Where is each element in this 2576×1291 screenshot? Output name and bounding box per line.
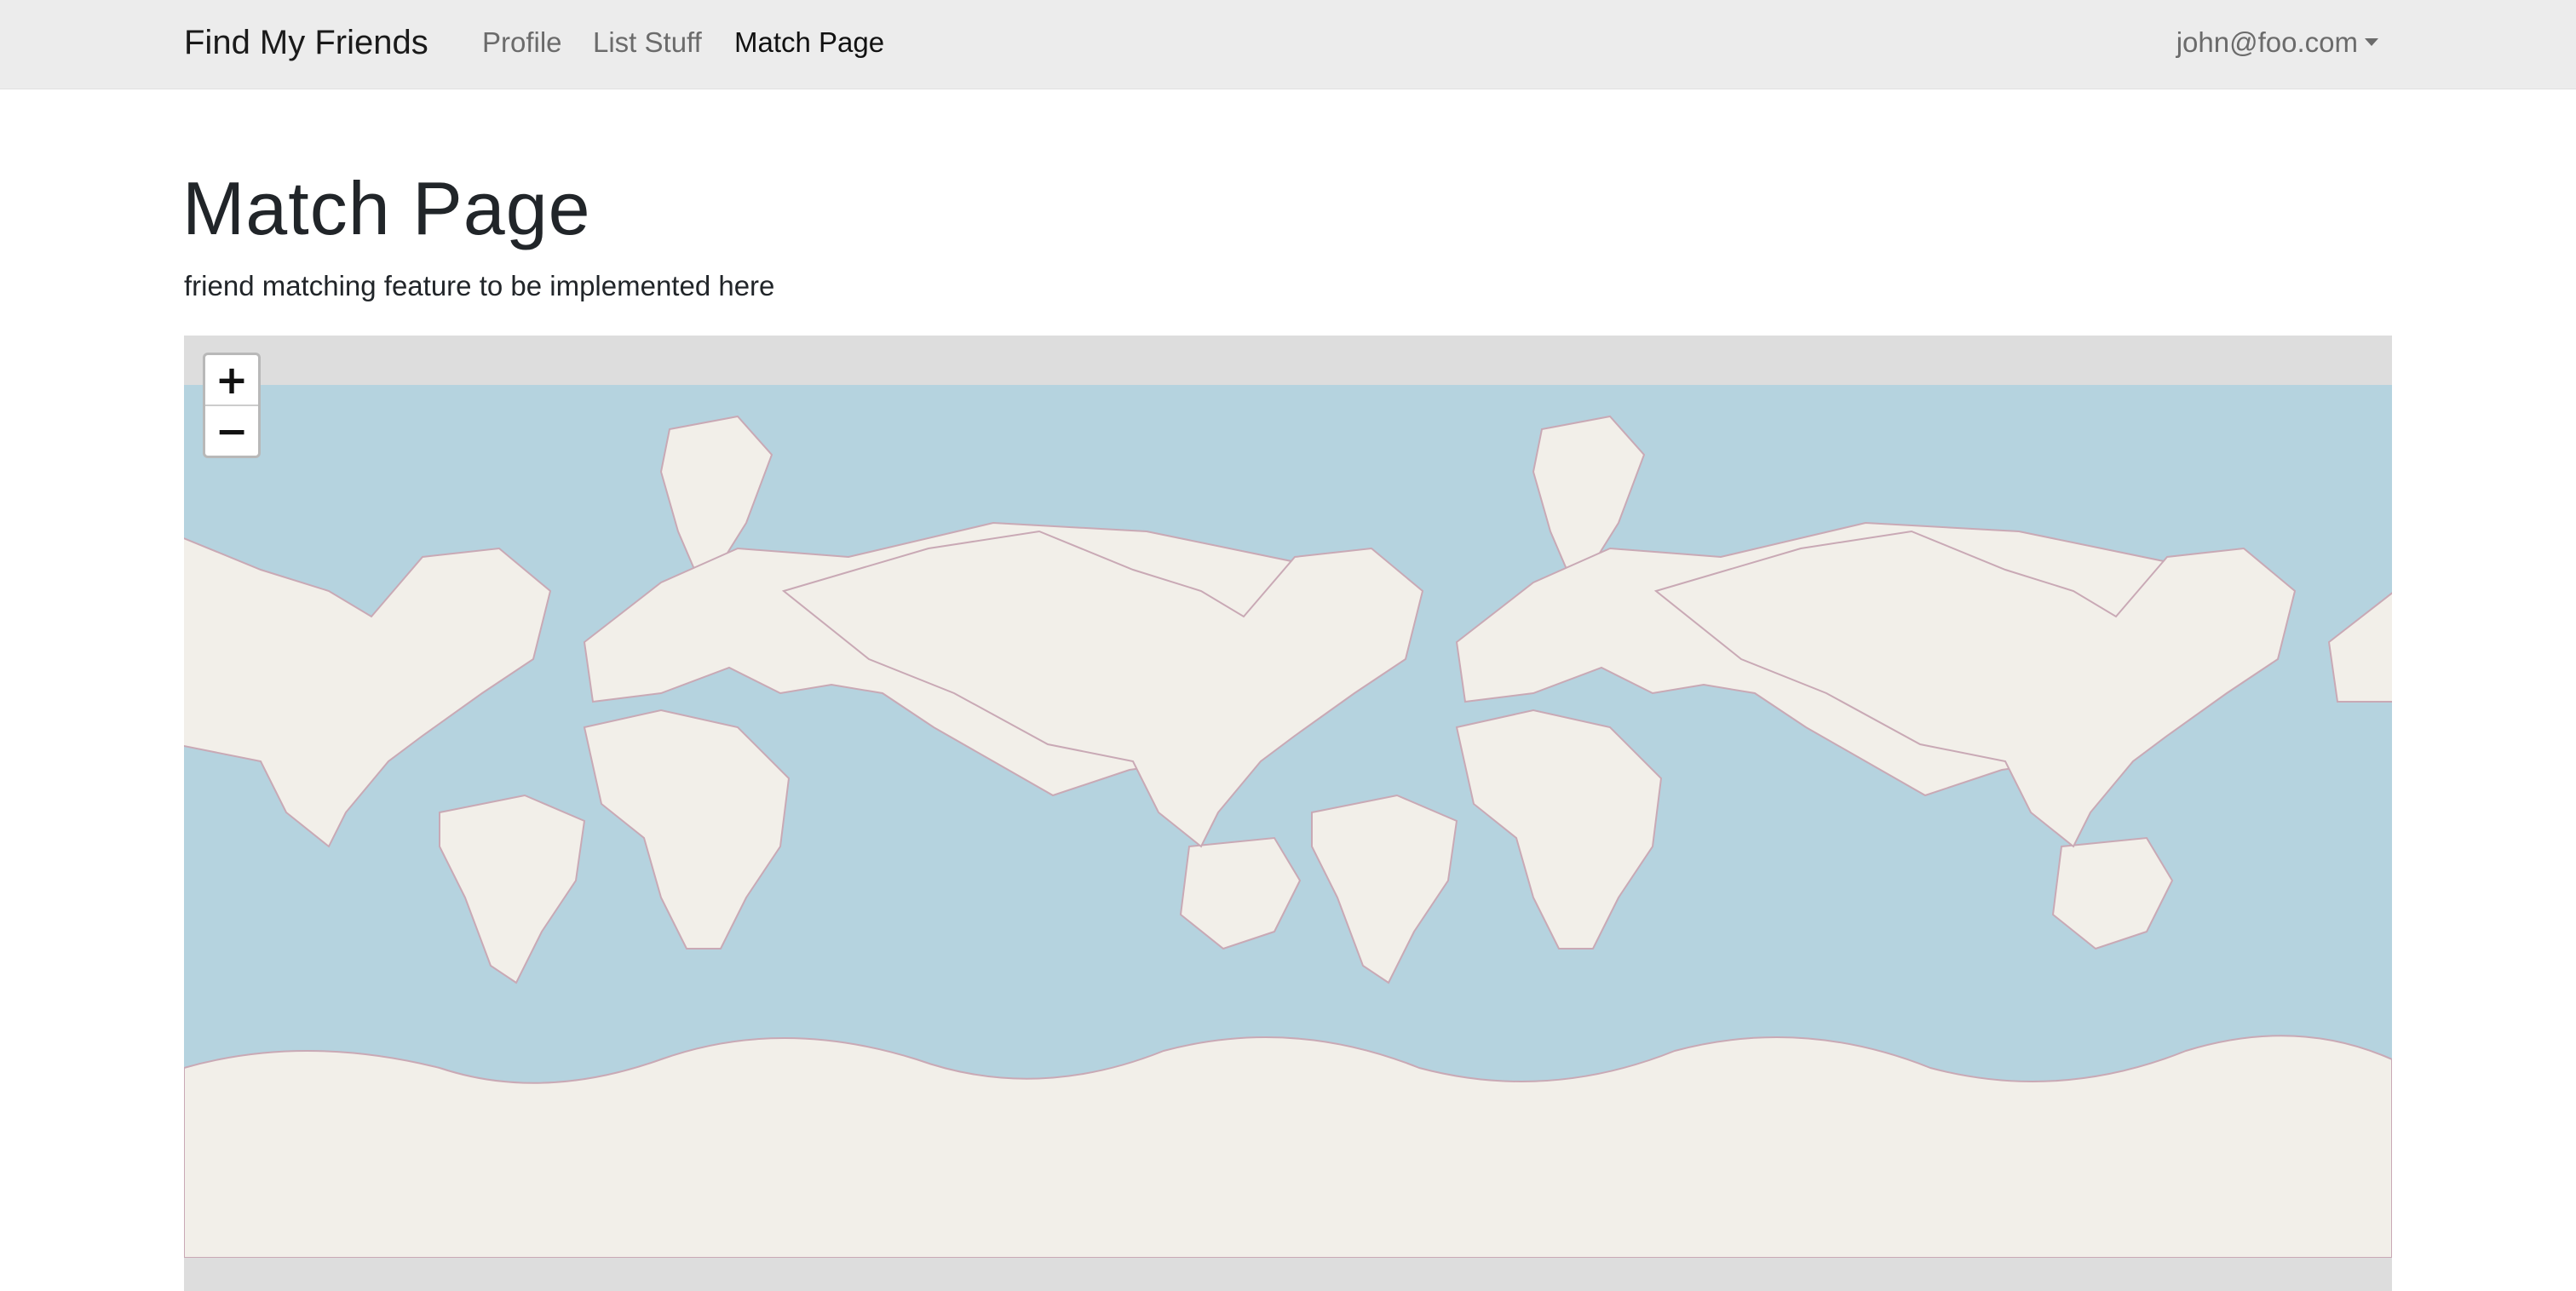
user-email: john@foo.com (2176, 26, 2358, 58)
nav-link-match-page[interactable]: Match Page (734, 20, 884, 65)
zoom-in-button[interactable]: + (205, 355, 258, 405)
user-menu-dropdown[interactable]: john@foo.com (2176, 20, 2378, 65)
map-outside-bottom (184, 1258, 2392, 1291)
world-map[interactable]: + − (184, 336, 2392, 1291)
navbar: Find My Friends Profile List Stuff Match… (0, 0, 2576, 89)
nav-link-list-stuff[interactable]: List Stuff (593, 20, 702, 65)
nav-link-profile[interactable]: Profile (482, 20, 562, 65)
page-subtitle: friend matching feature to be implemente… (184, 270, 775, 301)
zoom-control: + − (203, 353, 261, 458)
page-title: Match Page (182, 166, 591, 250)
caret-down-icon (2365, 37, 2378, 46)
map-tiles (184, 385, 2392, 1291)
zoom-out-button[interactable]: − (205, 405, 258, 456)
brand-link[interactable]: Find My Friends (184, 19, 428, 66)
